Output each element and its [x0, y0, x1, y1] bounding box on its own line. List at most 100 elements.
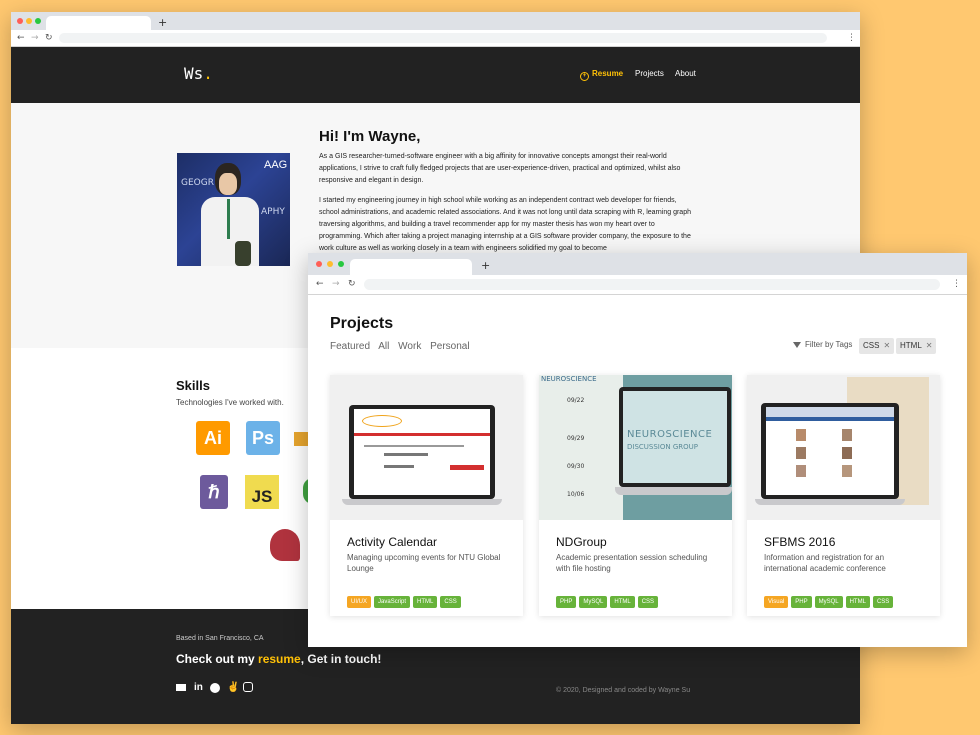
project-thumbnail [330, 375, 523, 520]
reload-icon[interactable]: ↻ [348, 275, 356, 294]
card-title[interactable]: SFBMS 2016 [764, 535, 835, 549]
maximize-window-button[interactable] [338, 261, 344, 267]
github-icon[interactable] [210, 683, 220, 693]
browser-window-projects: + ← → ↻ ⋮ Projects Featured All Work Per… [308, 253, 967, 647]
filter-featured[interactable]: Featured [330, 341, 370, 352]
forward-icon[interactable]: → [332, 275, 340, 294]
nav-projects-link[interactable]: Projects [635, 69, 664, 78]
nav-about-link[interactable]: About [675, 69, 696, 78]
tag[interactable]: HTML [413, 596, 438, 608]
close-window-button[interactable] [17, 18, 23, 24]
footer-cta: Check out my resume, Get in touch! [176, 652, 382, 666]
profile-photo: AAG GEOGR APHY [177, 153, 290, 266]
plus-circle-icon: + [580, 72, 589, 81]
illustrator-icon: Ai [196, 421, 230, 455]
project-card[interactable]: SFBMS 2016 Information and registration … [747, 375, 940, 616]
forward-icon[interactable]: → [31, 30, 39, 46]
bio-paragraph-2: I started my engineering journey in high… [319, 197, 691, 252]
lounge-logo [362, 415, 402, 427]
browser-toolbar: ← → ↻ ⋮ [308, 275, 967, 295]
back-icon[interactable]: ← [17, 30, 25, 46]
resume-link[interactable]: resume [258, 652, 301, 666]
screen-subtitle: DISCUSSION GROUP [627, 443, 698, 451]
tag[interactable]: UI/UX [347, 596, 372, 608]
nav-resume-link[interactable]: + Resume [580, 69, 623, 81]
minimize-window-button[interactable] [26, 18, 32, 24]
browser-menu-icon[interactable]: ⋮ [847, 30, 856, 46]
filter-work[interactable]: Work [398, 341, 421, 352]
card-description: Managing upcoming events for NTU Global … [347, 553, 501, 573]
filter-all[interactable]: All [378, 341, 389, 352]
tag[interactable]: HTML [610, 596, 635, 608]
reload-icon[interactable]: ↻ [45, 30, 53, 46]
mail-icon[interactable] [176, 684, 186, 691]
angellist-icon[interactable]: ✌ [227, 682, 239, 693]
new-tab-icon[interactable]: + [158, 16, 167, 30]
new-tab-icon[interactable]: + [481, 259, 490, 273]
card-title[interactable]: NDGroup [556, 535, 607, 549]
speaker-photo [842, 465, 852, 477]
address-bar[interactable] [364, 279, 940, 290]
speaker-photo [796, 429, 806, 441]
card-description: Information and registration for an inte… [764, 553, 886, 573]
tag-chip-html[interactable]: HTML ✕ [896, 338, 937, 354]
tag[interactable]: PHP [556, 596, 577, 608]
tag[interactable]: CSS [440, 596, 461, 608]
back-icon[interactable]: ← [316, 275, 324, 294]
browser-menu-icon[interactable]: ⋮ [952, 275, 961, 294]
close-window-button[interactable] [316, 261, 322, 267]
calendar-header-bar [354, 433, 490, 436]
bio-paragraph-1: As a GIS researcher-turned-software engi… [319, 153, 681, 184]
card-title[interactable]: Activity Calendar [347, 535, 437, 549]
heroku-icon: ℏ [200, 475, 228, 509]
linkedin-icon[interactable]: in [194, 682, 203, 693]
event-line [364, 445, 464, 447]
site-logo[interactable]: Ws. [184, 64, 213, 83]
event-tag [450, 465, 484, 470]
schedule-date: 09/22 [567, 397, 585, 404]
person-face [219, 173, 237, 195]
lanyard [227, 199, 230, 239]
tag[interactable]: PHP [791, 596, 812, 608]
browser-toolbar: ← → ↻ ⋮ [11, 30, 860, 47]
tag[interactable]: MySQL [814, 596, 843, 608]
schedule-date: 09/30 [567, 463, 585, 470]
tag[interactable]: CSS [872, 596, 894, 608]
project-card[interactable]: Activity Calendar Managing upcoming even… [330, 375, 523, 616]
bag-strap [235, 241, 251, 266]
rails-icon [270, 529, 300, 561]
remove-tag-icon[interactable]: ✕ [883, 341, 890, 350]
maximize-window-button[interactable] [35, 18, 41, 24]
laptop-screen [761, 403, 899, 499]
address-bar[interactable] [59, 33, 827, 43]
tag[interactable]: Visual [764, 596, 789, 608]
laptop-base [342, 499, 502, 505]
photoshop-icon: Ps [246, 421, 280, 455]
project-filters: Featured All Work Personal [330, 341, 476, 352]
tag-chip-css[interactable]: CSS ✕ [859, 338, 895, 354]
card-tags: UI/UX JavaScript HTML CSS [347, 588, 464, 608]
sfbms-screenshot [766, 407, 894, 495]
minimize-window-button[interactable] [327, 261, 333, 267]
tag[interactable]: JavaScript [374, 596, 411, 608]
speaker-photo [796, 465, 806, 477]
card-description: Academic presentation session scheduling… [556, 553, 708, 573]
instagram-icon[interactable] [243, 682, 253, 692]
speaker-photo [842, 429, 852, 441]
laptop-screen: NEUROSCIENCE DISCUSSION GROUP [619, 387, 731, 487]
laptop-screen [349, 405, 495, 499]
calendar-screenshot [354, 409, 490, 495]
filter-by-tags[interactable]: Filter by Tags [793, 340, 852, 349]
browser-tab[interactable] [350, 259, 472, 275]
speaker-photo [796, 447, 806, 459]
tag[interactable]: HTML [845, 596, 870, 608]
tag[interactable]: CSS [637, 596, 659, 608]
project-card[interactable]: NEUROSCIENCE 09/22 09/29 09/30 10/06 NEU… [539, 375, 732, 616]
filter-personal[interactable]: Personal [430, 341, 469, 352]
javascript-icon: JS [245, 475, 279, 509]
card-tags: PHP MySQL HTML CSS [556, 588, 661, 608]
tag[interactable]: MySQL [579, 596, 608, 608]
projects-title: Projects [330, 315, 394, 332]
remove-tag-icon[interactable]: ✕ [926, 341, 933, 350]
browser-tab[interactable] [46, 16, 151, 30]
